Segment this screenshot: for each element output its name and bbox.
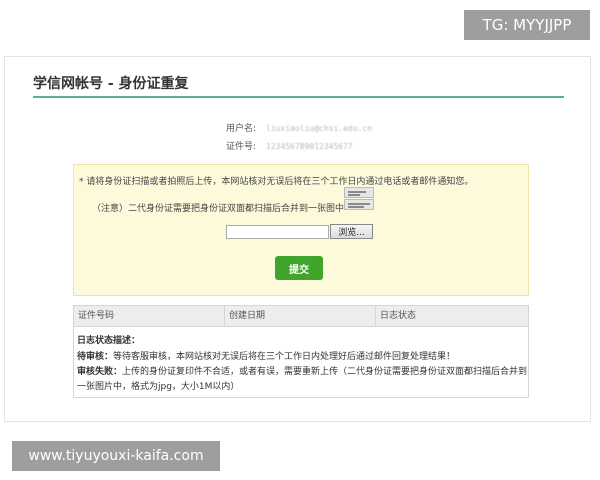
status-failed-line: 审核失败：上传的身份证复印件不合适，或者有误，需要重新上传（二代身份证需要把身份…: [77, 364, 527, 377]
status-failed-label: 审核失败：: [77, 367, 123, 377]
file-path-input[interactable]: [226, 225, 329, 239]
column-created-date: 创建日期: [225, 306, 376, 326]
status-failed-line-2: 一张图片中，格式为jpg，大小1M以内）: [77, 382, 240, 392]
username-row: 用户名: liuxiaoliu@chsi.edu.cn: [226, 121, 372, 134]
page-title: 学信网帐号 - 身份证重复: [33, 76, 189, 92]
id-value: 123456789012345677: [266, 142, 353, 151]
watermark-bottom: www.tiyuyouxi-kaifa.com: [12, 441, 220, 471]
status-pending-text: 等待客服审核，本网站核对无误后将在三个工作日内处理好后通过邮件回复处理结果！: [113, 352, 456, 362]
username-label: 用户名:: [226, 124, 257, 134]
log-table: 证件号码 创建日期 日志状态 日志状态描述： 待审核：等待客服审核，本网站核对无…: [73, 305, 529, 398]
title-divider: [33, 96, 564, 98]
submit-button[interactable]: 提交: [275, 256, 323, 280]
upload-instruction: * 请将身份证扫描或者拍照后上传，本网站核对无误后将在三个工作日内通过电话或者邮…: [79, 177, 474, 187]
log-table-header: 证件号码 创建日期 日志状态: [74, 306, 528, 327]
id-label: 证件号:: [226, 142, 257, 152]
browse-button[interactable]: 浏览...: [330, 224, 373, 239]
status-failed-text: 上传的身份证复印件不合适，或者有误，需要重新上传（二代身份证需要把身份证双面都扫…: [122, 367, 528, 377]
status-description-title: 日志状态描述：: [77, 336, 141, 346]
upload-note: （注意）二代身份证需要把身份证双面都扫描后合并到一张图中: [92, 204, 345, 214]
id-card-back-thumbnail: [344, 199, 374, 210]
status-pending-line: 待审核：等待客服审核，本网站核对无误后将在三个工作日内处理好后通过邮件回复处理结…: [77, 349, 455, 362]
id-card-front-thumbnail: [344, 187, 374, 198]
column-log-status: 日志状态: [380, 311, 417, 321]
column-id-number: 证件号码: [74, 306, 225, 326]
username-value: liuxiaoliu@chsi.edu.cn: [266, 124, 373, 133]
id-row: 证件号: 123456789012345677: [226, 139, 353, 152]
status-pending-label: 待审核：: [77, 352, 114, 362]
watermark-top: TG: MYYJJPP: [464, 10, 590, 40]
